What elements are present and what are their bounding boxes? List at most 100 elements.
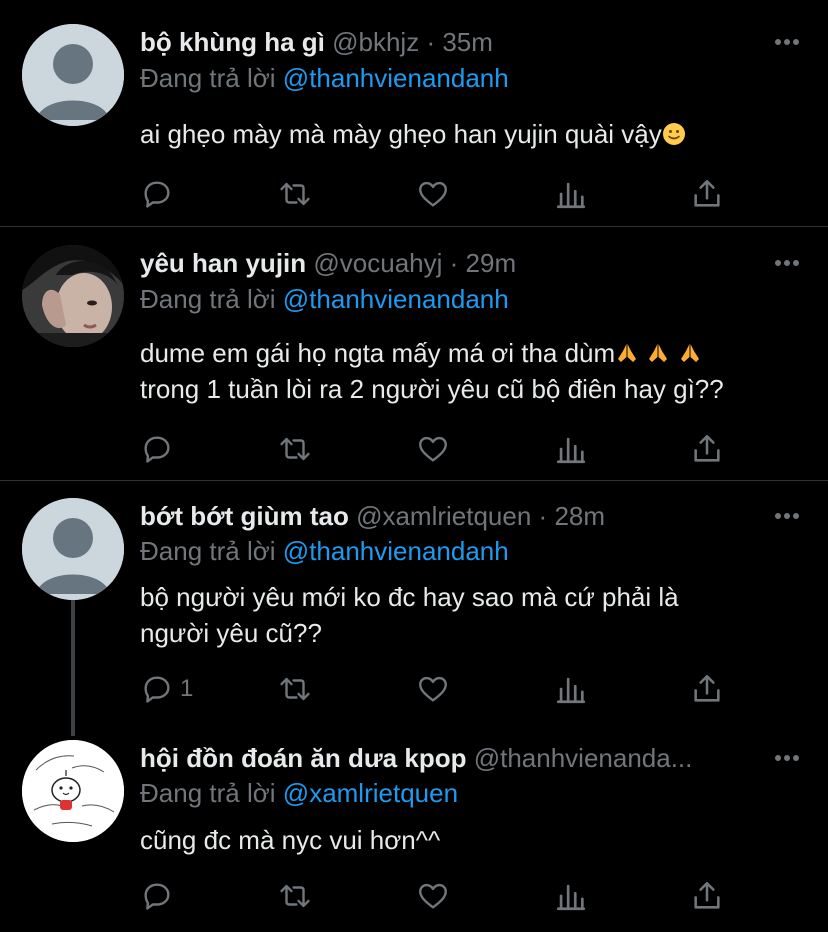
share-icon bbox=[694, 881, 720, 909]
tweet-text-line-2: người yêu cũ?? bbox=[140, 618, 322, 648]
share-button[interactable] bbox=[690, 174, 724, 214]
tweet[interactable]: bộ khùng ha gì @bkhjz · 35m Đang trả lời… bbox=[0, 0, 828, 226]
tweet[interactable]: yêu han yujin @vocuahyj · 29m Đang trả l… bbox=[0, 227, 828, 479]
tweet[interactable]: hội đồn đoán ăn dưa kpop @thanhvienanda.… bbox=[0, 722, 828, 932]
analytics-icon bbox=[556, 884, 586, 911]
tweet-header: hội đồn đoán ăn dưa kpop @thanhvienanda.… bbox=[140, 742, 748, 774]
user-handle[interactable]: @vocuahyj bbox=[313, 248, 442, 278]
like-button[interactable] bbox=[416, 429, 450, 469]
tweet-text: cũng đc mà nyc vui hơn^^ bbox=[140, 822, 804, 858]
analytics-button[interactable] bbox=[554, 174, 588, 214]
heart-icon bbox=[419, 676, 447, 702]
mention-link[interactable]: @thanhvienandanh bbox=[283, 63, 509, 93]
slight-smile-emoji bbox=[662, 123, 685, 145]
timestamp[interactable]: 35m bbox=[442, 27, 493, 57]
reply-button[interactable] bbox=[140, 876, 180, 916]
retweet-button[interactable] bbox=[278, 429, 312, 469]
reply-icon bbox=[144, 883, 170, 910]
share-button[interactable] bbox=[690, 669, 724, 709]
tweet-actions bbox=[140, 876, 740, 916]
analytics-icon bbox=[556, 437, 586, 464]
tweet-header: yêu han yujin @vocuahyj · 29m bbox=[140, 247, 748, 279]
replying-to: Đang trả lời @thanhvienandanh bbox=[140, 62, 509, 94]
like-button[interactable] bbox=[416, 876, 450, 916]
share-button[interactable] bbox=[690, 429, 724, 469]
folded-hands-emoji bbox=[618, 344, 637, 362]
tweet-header: bộ khùng ha gì @bkhjz · 35m bbox=[140, 26, 748, 58]
replying-prefix: Đang trả lời bbox=[140, 536, 276, 566]
share-button[interactable] bbox=[690, 876, 724, 916]
heart-icon bbox=[419, 883, 447, 909]
separator-dot: · bbox=[449, 248, 459, 278]
user-handle[interactable]: @bkhjz bbox=[332, 27, 419, 57]
share-icon bbox=[694, 179, 720, 207]
analytics-icon bbox=[556, 677, 586, 704]
tweet[interactable]: bớt bớt giùm tao @xamlrietquen · 28m Đan… bbox=[0, 481, 828, 721]
mention-link[interactable]: @xamlrietquen bbox=[283, 778, 458, 808]
more-options-icon[interactable] bbox=[774, 38, 800, 46]
more-options-icon[interactable] bbox=[774, 259, 800, 267]
tweet-text: ai ghẹo mày mà mày ghẹo han yujin quài v… bbox=[140, 116, 804, 152]
share-icon bbox=[694, 434, 720, 462]
folded-hands-emoji bbox=[680, 344, 699, 362]
display-name[interactable]: yêu han yujin bbox=[140, 248, 306, 278]
tweet-actions: 1 bbox=[140, 669, 740, 709]
reply-icon bbox=[144, 676, 170, 703]
replying-to: Đang trả lời @thanhvienandanh bbox=[140, 535, 509, 567]
reply-icon bbox=[144, 181, 170, 208]
more-options-icon[interactable] bbox=[774, 754, 800, 762]
like-button[interactable] bbox=[416, 669, 450, 709]
replying-to: Đang trả lời @thanhvienandanh bbox=[140, 283, 509, 315]
analytics-icon bbox=[556, 182, 586, 209]
default-avatar[interactable] bbox=[22, 498, 124, 600]
reply-button[interactable]: 1 bbox=[140, 669, 193, 709]
tweet-actions bbox=[140, 429, 740, 469]
share-icon bbox=[694, 674, 720, 702]
display-name[interactable]: bộ khùng ha gì bbox=[140, 27, 325, 57]
retweet-icon bbox=[280, 677, 310, 701]
tweet-actions bbox=[140, 174, 740, 214]
display-name[interactable]: bớt bớt giùm tao bbox=[140, 501, 349, 531]
replying-prefix: Đang trả lời bbox=[140, 284, 276, 314]
retweet-icon bbox=[280, 182, 310, 206]
tweet-text-line: ai ghẹo mày mà mày ghẹo han yujin quài v… bbox=[140, 119, 662, 149]
separator-dot: · bbox=[426, 27, 436, 57]
reply-button[interactable] bbox=[140, 429, 180, 469]
tweet-text: bộ người yêu mới ko đc hay sao mà cứ phả… bbox=[140, 579, 804, 651]
heart-icon bbox=[419, 436, 447, 462]
retweet-button[interactable] bbox=[278, 174, 312, 214]
reply-button[interactable] bbox=[140, 174, 180, 214]
reply-icon bbox=[144, 436, 170, 463]
tweet-text-line-1: cũng đc mà nyc vui hơn^^ bbox=[140, 825, 441, 855]
separator-dot: · bbox=[538, 501, 548, 531]
like-button[interactable] bbox=[416, 174, 450, 214]
retweet-button[interactable] bbox=[278, 669, 312, 709]
tweet-header: bớt bớt giùm tao @xamlrietquen · 28m bbox=[140, 500, 748, 532]
more-options-icon[interactable] bbox=[774, 512, 800, 520]
display-name[interactable]: hội đồn đoán ăn dưa kpop bbox=[140, 743, 466, 773]
avatar[interactable] bbox=[22, 245, 124, 347]
retweet-icon bbox=[280, 884, 310, 908]
folded-hands-emoji bbox=[649, 344, 668, 362]
tweet-text-line-2: trong 1 tuần lòi ra 2 người yêu cũ bộ đi… bbox=[140, 374, 724, 404]
analytics-button[interactable] bbox=[554, 669, 588, 709]
tweet-text-line-1: bộ người yêu mới ko đc hay sao mà cứ phả… bbox=[140, 582, 679, 612]
timestamp[interactable]: 28m bbox=[554, 501, 605, 531]
mention-link[interactable]: @thanhvienandanh bbox=[283, 284, 509, 314]
retweet-button[interactable] bbox=[278, 876, 312, 916]
analytics-button[interactable] bbox=[554, 429, 588, 469]
avatar[interactable] bbox=[22, 740, 124, 842]
user-handle[interactable]: @thanhvienanda... bbox=[474, 743, 693, 773]
user-handle[interactable]: @xamlrietquen bbox=[356, 501, 531, 531]
heart-icon bbox=[419, 181, 447, 207]
reply-count: 1 bbox=[180, 675, 194, 702]
default-avatar[interactable] bbox=[22, 24, 124, 126]
replying-prefix: Đang trả lời bbox=[140, 778, 276, 808]
retweet-icon bbox=[280, 437, 310, 461]
replying-prefix: Đang trả lời bbox=[140, 63, 276, 93]
replying-to: Đang trả lời @xamlrietquen bbox=[140, 777, 458, 809]
analytics-button[interactable] bbox=[554, 876, 588, 916]
tweet-text: dume em gái họ ngta mấy má ơi tha dùm tr… bbox=[140, 335, 804, 407]
mention-link[interactable]: @thanhvienandanh bbox=[283, 536, 509, 566]
timestamp[interactable]: 29m bbox=[466, 248, 517, 278]
